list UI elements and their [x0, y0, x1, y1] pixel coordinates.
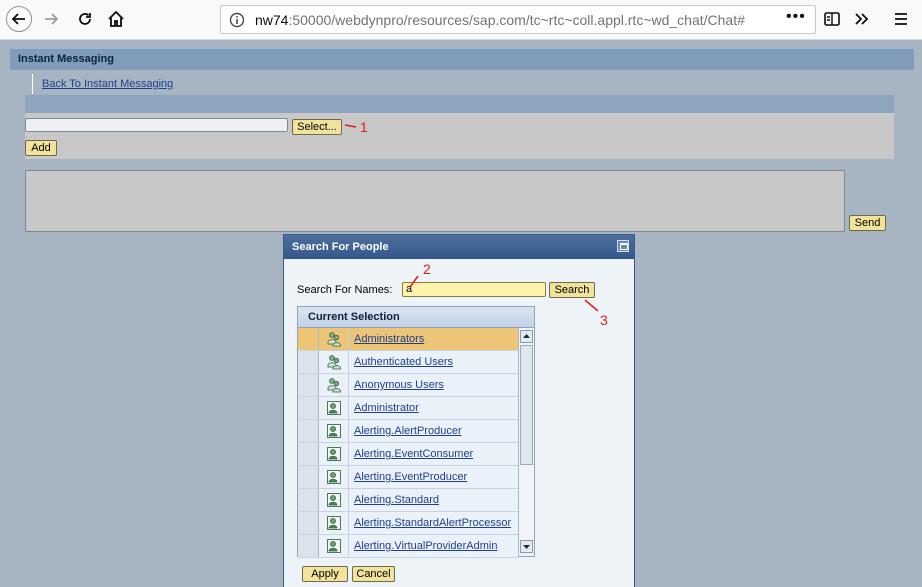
row-selector[interactable]	[298, 512, 319, 534]
annotation-3: 3	[600, 312, 608, 328]
cancel-button[interactable]: Cancel	[352, 566, 395, 582]
participant-input[interactable]	[25, 118, 288, 132]
group-icon	[319, 374, 349, 396]
send-button[interactable]: Send	[849, 215, 886, 231]
user-icon	[319, 420, 349, 442]
row-link[interactable]: Alerting.EventProducer	[354, 471, 467, 483]
forward-button[interactable]	[36, 5, 66, 33]
reload-button[interactable]	[70, 5, 100, 33]
user-icon	[319, 443, 349, 465]
table-row[interactable]: Alerting.Standard	[298, 489, 518, 512]
scroll-up-icon[interactable]	[520, 330, 533, 343]
back-arrow-icon	[6, 6, 32, 32]
table-row[interactable]: Alerting.VirtualProviderAdmin	[298, 535, 518, 558]
row-selector[interactable]	[298, 420, 319, 442]
home-icon	[108, 10, 124, 27]
browser-toolbar: nw74:50000/webdynpro/resources/sap.com/t…	[0, 0, 922, 40]
row-link[interactable]: Alerting.EventConsumer	[354, 448, 473, 460]
back-button[interactable]	[4, 5, 34, 33]
annotation-2: 2	[423, 261, 431, 277]
back-link-container: Back To Instant Messaging	[32, 74, 173, 94]
row-link[interactable]: Administrators	[354, 333, 424, 345]
row-selector[interactable]	[298, 466, 319, 488]
message-textarea[interactable]	[25, 170, 845, 232]
url-bar[interactable]: nw74:50000/webdynpro/resources/sap.com/t…	[220, 5, 816, 34]
home-button[interactable]	[101, 5, 131, 33]
url-text[interactable]: nw74:50000/webdynpro/resources/sap.com/t…	[255, 12, 745, 28]
row-selector[interactable]	[298, 328, 319, 350]
annotation-line-3	[584, 299, 599, 312]
row-link[interactable]: Authenticated Users	[354, 356, 453, 368]
page-header: Instant Messaging	[10, 48, 914, 70]
search-label: Search For Names:	[297, 284, 393, 296]
table-scrollbar[interactable]	[518, 328, 534, 556]
select-button[interactable]: Select...	[292, 119, 342, 135]
reader-view-icon[interactable]	[823, 10, 841, 28]
row-link[interactable]: Anonymous Users	[354, 379, 444, 391]
people-table: Current Selection Administrators Authenti…	[297, 306, 535, 558]
row-selector[interactable]	[298, 443, 319, 465]
user-icon	[319, 512, 349, 534]
column-header-current-selection: Current Selection	[308, 311, 400, 323]
scroll-down-icon[interactable]	[520, 540, 533, 553]
user-icon	[319, 397, 349, 419]
table-row[interactable]: Alerting.EventConsumer	[298, 443, 518, 466]
row-selector[interactable]	[298, 374, 319, 396]
search-button[interactable]: Search	[549, 282, 595, 298]
user-icon	[319, 535, 349, 557]
add-button[interactable]: Add	[25, 140, 57, 156]
table-row[interactable]: Administrator	[298, 397, 518, 420]
row-selector[interactable]	[298, 397, 319, 419]
search-input[interactable]: a	[402, 282, 546, 297]
annotation-line-2	[409, 275, 419, 288]
user-icon	[319, 489, 349, 511]
row-selector[interactable]	[298, 535, 319, 557]
row-selector[interactable]	[298, 489, 319, 511]
row-selector[interactable]	[298, 351, 319, 373]
forward-arrow-icon	[45, 13, 59, 25]
annotation-line-1	[344, 124, 357, 128]
url-path: :50000/webdynpro/resources/sap.com/tc~rt…	[288, 12, 745, 28]
row-link[interactable]: Alerting.Standard	[354, 494, 439, 506]
table-row[interactable]: Administrators	[298, 328, 518, 351]
back-to-instant-messaging-link[interactable]: Back To Instant Messaging	[42, 78, 173, 90]
table-row[interactable]: Anonymous Users	[298, 374, 518, 397]
maximize-icon[interactable]	[617, 240, 629, 252]
table-row[interactable]: Alerting.StandardAlertProcessor	[298, 512, 518, 535]
overflow-chevrons-icon[interactable]	[853, 10, 871, 28]
dialog-title: Search For People	[292, 241, 389, 253]
hamburger-menu-icon[interactable]	[893, 10, 909, 28]
table-row[interactable]: Alerting.AlertProducer	[298, 420, 518, 443]
row-link[interactable]: Alerting.AlertProducer	[354, 425, 462, 437]
reload-icon	[79, 13, 91, 25]
table-row[interactable]: Alerting.EventProducer	[298, 466, 518, 489]
group-icon	[319, 328, 349, 350]
url-host: nw74	[255, 12, 289, 28]
row-link[interactable]: Alerting.StandardAlertProcessor	[354, 517, 511, 529]
row-link[interactable]: Alerting.VirtualProviderAdmin	[354, 540, 497, 552]
dialog-titlebar: Search For People	[284, 235, 634, 259]
apply-button[interactable]: Apply	[302, 566, 348, 582]
group-icon	[319, 351, 349, 373]
annotation-1: 1	[360, 119, 368, 135]
user-icon	[319, 466, 349, 488]
table-row[interactable]: Authenticated Users	[298, 351, 518, 374]
table-header: Current Selection	[298, 307, 534, 328]
info-icon[interactable]	[229, 12, 245, 28]
row-link[interactable]: Administrator	[354, 402, 419, 414]
page-actions-menu-icon[interactable]: •••	[786, 8, 806, 26]
form-header-bar	[25, 95, 894, 113]
page-title: Instant Messaging	[18, 53, 114, 65]
scroll-thumb[interactable]	[520, 345, 533, 465]
